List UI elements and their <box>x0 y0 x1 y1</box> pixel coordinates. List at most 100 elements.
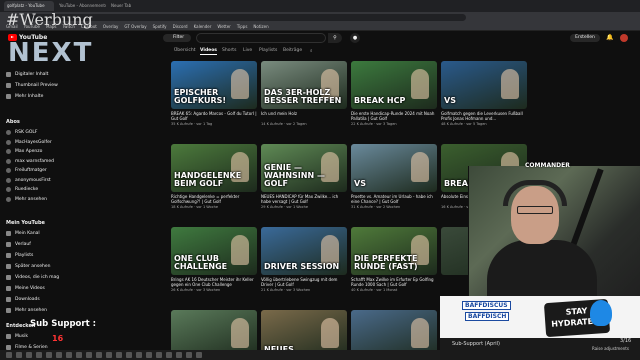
microphone-icon[interactable]: ● <box>350 33 360 43</box>
sidebar-item[interactable]: Mehr ansehen <box>6 196 47 202</box>
sidebar-heading: Mein YouTube <box>6 220 45 226</box>
video-title[interactable]: Richtige Handgelenke = perfekter Golfsch… <box>171 194 257 204</box>
taskbar-app-icon[interactable] <box>56 352 62 358</box>
video-thumbnail[interactable]: HANDGELENKE BEIM GOLF <box>171 144 257 192</box>
taskbar-app-icon[interactable] <box>96 352 102 358</box>
sidebar-item[interactable]: Freiluftmatger <box>6 168 47 173</box>
taskbar-app-icon[interactable] <box>156 352 162 358</box>
taskbar-app-icon[interactable] <box>166 352 172 358</box>
create-button[interactable]: Erstellen <box>570 34 600 42</box>
video-meta: 21 K Aufrufe · vor 3 Wochen <box>261 288 311 292</box>
tab-videos[interactable]: Videos <box>200 48 217 55</box>
video-thumbnail[interactable]: DIE PERFEKTE RUNDE (FAST) <box>351 227 437 275</box>
taskbar-app-icon[interactable] <box>76 352 82 358</box>
bookmark-item[interactable]: Kalender <box>194 24 212 29</box>
sidebar-item[interactable]: Mehr ansehen <box>6 308 47 313</box>
video-title[interactable]: Ich und mein Holz <box>261 111 347 121</box>
thumbnail-text: BREAK HCP <box>354 96 406 105</box>
taskbar-app-icon[interactable] <box>146 352 152 358</box>
taskbar-app-icon[interactable] <box>196 352 202 358</box>
sidebar-item[interactable]: anonymousFirst <box>6 177 51 183</box>
video-title[interactable]: Brings AK 16 Deutscher Meister ihr Kelle… <box>171 277 257 287</box>
video-title[interactable]: BREAK 65: Agardo Marcos - Golf du Tutorl… <box>171 111 257 121</box>
video-thumbnail[interactable]: VS <box>351 144 437 192</box>
sidebar-item[interactable]: Musik <box>6 334 28 339</box>
channel-avatar <box>6 130 11 135</box>
sidebar-item[interactable]: Meine Videos <box>6 286 45 291</box>
sidebar-item[interactable]: RSK GOLF <box>6 130 38 135</box>
bookmarks-bar: Gmail YouTube Maps Twitch Chatbot Overlay GT O… <box>0 22 640 31</box>
video-thumbnail[interactable]: ONE CLUB CHALLENGE <box>171 227 257 275</box>
taskbar-app-icon[interactable] <box>176 352 182 358</box>
taskbar <box>0 350 440 360</box>
sidebar-item[interactable]: Videos, die ich mag <box>6 275 59 280</box>
taskbar-app-icon[interactable] <box>126 352 132 358</box>
taskbar-app-icon[interactable] <box>106 352 112 358</box>
bookmark-item[interactable]: Discord <box>173 24 188 29</box>
filter-button[interactable]: Filter <box>163 34 191 42</box>
video-thumbnail[interactable]: VS <box>441 61 527 109</box>
sidebar-item-label: anonymousFirst <box>15 177 51 183</box>
video-thumbnail[interactable]: BREAK HCP <box>351 61 437 109</box>
video-meta: 22 K Aufrufe · vor 3 Tagen <box>351 122 397 126</box>
sidebar-item[interactable]: max warnsfamed <box>6 158 54 164</box>
channel-avatar <box>6 168 11 173</box>
taskbar-app-icon[interactable] <box>116 352 122 358</box>
video-thumbnail[interactable]: DAS 3ER-HOLZ BESSER TREFFEN <box>261 61 347 109</box>
notifications-icon[interactable]: 🔔 <box>606 34 613 41</box>
taskbar-app-icon[interactable] <box>16 352 22 358</box>
taskbar-app-icon[interactable] <box>66 352 72 358</box>
sidebar-item[interactable]: Später ansehen <box>6 264 50 269</box>
browser-tab[interactable]: Neuer Tab <box>108 1 158 11</box>
bookmark-item[interactable]: Notizen <box>253 24 268 29</box>
tab-übersicht[interactable]: Übersicht <box>174 48 195 53</box>
sidebar-item[interactable]: Thumbnail Preview <box>6 83 58 88</box>
taskbar-app-icon[interactable] <box>46 352 52 358</box>
sidebar-item[interactable]: Digitaler Inhalt <box>6 72 48 77</box>
avatar[interactable] <box>620 34 628 42</box>
taskbar-app-icon[interactable] <box>136 352 142 358</box>
sidebar-item[interactable]: Ruediecke <box>6 187 38 192</box>
tab-beiträge[interactable]: Beiträge <box>283 48 302 53</box>
video-meta: 48 K Aufrufe · vor 5 Tagen <box>441 122 487 126</box>
video-thumbnail[interactable]: DRIVER SESSION <box>261 227 347 275</box>
bookmark-item[interactable]: GT Overlay <box>124 24 146 29</box>
sidebar-item[interactable]: Playlists <box>6 253 33 258</box>
search-icon[interactable]: ⚲ <box>328 33 342 43</box>
video-meta: 14 K Aufrufe · vor 2 Tagen <box>261 122 307 126</box>
bookmark-item[interactable]: Wetter <box>217 24 230 29</box>
channel-search-icon[interactable]: ⌕ <box>310 48 313 54</box>
sidebar-item[interactable]: Max Apenzo <box>6 149 42 154</box>
video-title[interactable]: Völlig übertriebene Swingzug mit dem Dri… <box>261 277 347 287</box>
video-meta: 35 K Aufrufe · vor 1 Tag <box>171 122 213 126</box>
video-title[interactable]: Die erste Handicap-Runde 2024 mit Noah P… <box>351 111 437 121</box>
video-title[interactable]: Schafft Max Zwilke im Erfurter Ep Golfin… <box>351 277 437 287</box>
video-title[interactable]: Golfmatch gegen die Leverkusen Fußball P… <box>441 111 527 121</box>
bookmark-item[interactable]: Overlay <box>103 24 119 29</box>
sidebar-item[interactable]: Mehr Inhalte <box>6 94 43 99</box>
sub-support-count: 16 <box>52 334 64 343</box>
video-thumbnail[interactable]: GENIE — WAHNSINN — GOLF <box>261 144 347 192</box>
tab-shorts[interactable]: Shorts <box>222 48 236 53</box>
video-meta: 29 K Aufrufe · vor 1 Woche <box>261 205 308 209</box>
bookmark-item[interactable]: Spotify <box>153 24 167 29</box>
sidebar-item-label: Thumbnail Preview <box>15 83 58 88</box>
video-meta: 31 K Aufrufe · vor 2 Wochen <box>351 205 401 209</box>
tab-playlists[interactable]: Playlists <box>259 48 277 53</box>
taskbar-app-icon[interactable] <box>36 352 42 358</box>
taskbar-app-icon[interactable] <box>86 352 92 358</box>
sidebar-item-label: Digitaler Inhalt <box>15 72 49 77</box>
video-title[interactable]: NEUES HANDICAP für Max Zwilke... ich hab… <box>261 194 347 204</box>
search-input[interactable] <box>196 33 326 43</box>
tab-live[interactable]: Live <box>243 48 252 53</box>
taskbar-app-icon[interactable] <box>6 352 12 358</box>
video-thumbnail[interactable]: EPISCHER GOLFKURS! <box>171 61 257 109</box>
sidebar-item[interactable]: MacHayesGolfer <box>6 139 52 145</box>
video-title[interactable]: Proette vs. Amateur im Urlaub - habe ich… <box>351 194 437 204</box>
bookmark-item[interactable]: Tipps <box>237 24 248 29</box>
sidebar-item[interactable]: Mein Kanal <box>6 231 40 236</box>
sidebar-item[interactable]: Verlauf <box>6 242 31 247</box>
taskbar-app-icon[interactable] <box>26 352 32 358</box>
taskbar-app-icon[interactable] <box>186 352 192 358</box>
sidebar-item[interactable]: Downloads <box>6 297 40 302</box>
